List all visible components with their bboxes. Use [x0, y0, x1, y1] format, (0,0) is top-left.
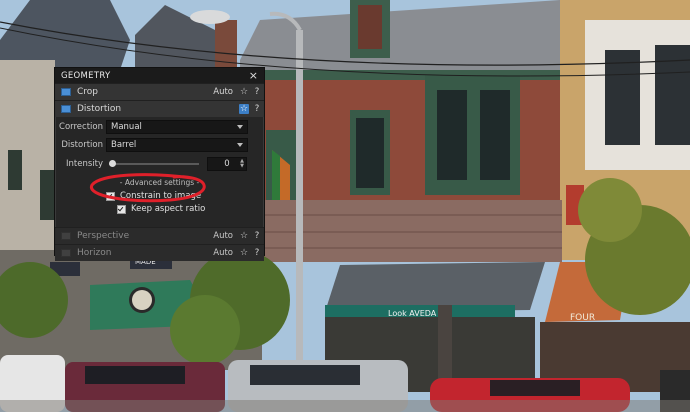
distortion-type-select[interactable]: Barrel [106, 138, 248, 152]
geometry-panel: GEOMETRY × Crop Auto ☆ ? Distortion ☆ ? … [54, 67, 265, 261]
perspective-help-icon[interactable]: ? [254, 231, 260, 241]
section-crop[interactable]: Crop Auto ☆ ? [55, 83, 264, 100]
crop-help-icon[interactable]: ? [254, 87, 260, 97]
distortion-section-label: Distortion [77, 104, 122, 114]
perspective-mode[interactable]: Auto [213, 231, 233, 241]
intensity-slider-knob[interactable] [108, 160, 116, 167]
crop-mode[interactable]: Auto [213, 87, 233, 97]
section-perspective[interactable]: Perspective Auto ☆ ? [55, 227, 264, 244]
chevron-down-icon [237, 125, 243, 129]
intensity-row: Intensity 0 ▲ ▼ [55, 156, 264, 172]
distortion-toggle[interactable] [61, 105, 71, 113]
correction-select[interactable]: Manual [106, 120, 248, 134]
crop-label: Crop [77, 87, 99, 97]
crop-star-icon[interactable]: ☆ [239, 87, 249, 97]
section-horizon[interactable]: Horizon Auto ☆ ? [55, 244, 264, 261]
perspective-toggle[interactable] [61, 232, 71, 240]
aveda-sign-text: Look AVEDA [388, 309, 437, 318]
panel-title: GEOMETRY [61, 70, 111, 81]
distortion-type-label: Distortion [61, 140, 103, 150]
correction-row: Correction Manual [55, 119, 264, 135]
stepper-arrows-icon[interactable]: ▲ ▼ [240, 159, 244, 169]
crop-toggle[interactable] [61, 88, 71, 96]
horizon-help-icon[interactable]: ? [254, 248, 260, 258]
horizon-star-icon[interactable]: ☆ [239, 248, 249, 258]
intensity-input[interactable]: 0 ▲ ▼ [207, 157, 247, 171]
close-icon[interactable]: × [249, 70, 258, 81]
perspective-label: Perspective [77, 231, 130, 241]
chevron-down-icon [237, 143, 243, 147]
distortion-help-icon[interactable]: ? [254, 104, 260, 114]
horizon-toggle[interactable] [61, 249, 71, 257]
intensity-label: Intensity [66, 159, 103, 169]
perspective-star-icon[interactable]: ☆ [239, 231, 249, 241]
correction-value: Manual [111, 122, 142, 132]
intensity-value: 0 [224, 159, 230, 169]
intensity-slider[interactable] [108, 160, 199, 167]
horizon-label: Horizon [77, 248, 112, 258]
distortion-star-icon[interactable]: ☆ [239, 104, 249, 114]
red-annotation-ellipse [90, 173, 206, 203]
section-distortion[interactable]: Distortion ☆ ? [55, 100, 264, 117]
horizon-mode[interactable]: Auto [213, 248, 233, 258]
distortion-type-value: Barrel [111, 140, 137, 150]
correction-label: Correction [59, 122, 103, 132]
distortion-type-row: Distortion Barrel [55, 137, 264, 153]
panel-title-bar[interactable]: GEOMETRY × [55, 68, 264, 83]
four-sign-text: FOUR [570, 313, 595, 323]
